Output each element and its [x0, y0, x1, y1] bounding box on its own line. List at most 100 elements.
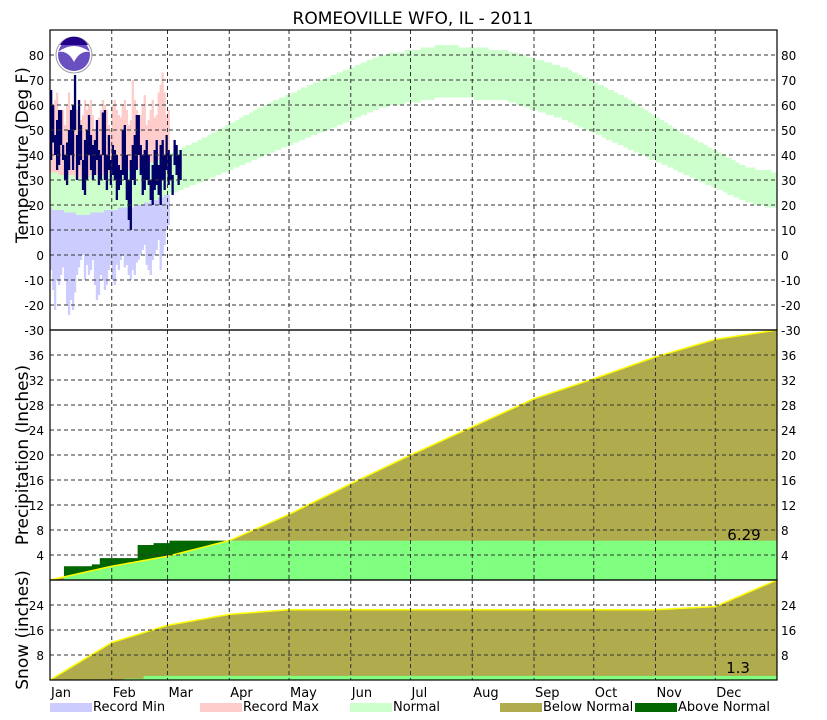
precip-observed-bar [173, 554, 176, 580]
precip-observed-bar [681, 540, 684, 580]
precip-observed-bar [589, 540, 593, 580]
precip-observed-bar [243, 540, 246, 580]
normal-temp-bar [494, 50, 497, 100]
record-min-bar [65, 212, 69, 305]
snow-observed-bar [530, 675, 533, 680]
legend-swatch [350, 703, 392, 712]
precip-observed-bar [344, 540, 348, 580]
precip-above-normal-bar [71, 566, 75, 576]
record-min-bar [115, 210, 119, 265]
snow-observed-bar [404, 675, 407, 680]
precip-observed-bar [631, 540, 634, 580]
normal-temp-bar [599, 85, 603, 135]
snow-observed-bar [281, 675, 284, 680]
observed-temp-bar [87, 115, 91, 155]
normal-temp-bar [460, 47, 463, 98]
precip-observed-bar [597, 540, 601, 580]
snow-observed-bar [448, 675, 451, 680]
month-label-nov: Nov [657, 686, 683, 701]
precip-above-normal-bar [103, 558, 107, 569]
precip-observed-bar [494, 540, 497, 580]
snow-observed-bar [541, 675, 545, 680]
normal-temp-bar [294, 92, 298, 143]
precip-observed-bar [715, 540, 718, 580]
record-min-bar [77, 215, 81, 268]
snow-observed-bar [537, 675, 541, 680]
snow-observed-bar [143, 675, 146, 680]
precip-observed-bar [287, 540, 290, 580]
normal-temp-bar [725, 157, 728, 193]
snow-observed-bar [693, 675, 696, 680]
precip-observed-bar [316, 540, 320, 580]
normal-temp-bar [328, 77, 332, 130]
precip-observed-bar [553, 540, 557, 580]
record-min-bar [51, 210, 55, 290]
precip-observed-bar [237, 540, 240, 580]
normal-temp-bar [253, 110, 256, 160]
temp-tick-label-right: 30 [781, 174, 796, 188]
precip-observed-bar [368, 540, 371, 580]
precip-observed-bar [217, 543, 220, 580]
snow-observed-bar [175, 675, 178, 680]
snow-observed-bar [374, 675, 377, 680]
snow-observed-bar [587, 675, 591, 680]
snow-observed-bar [241, 675, 244, 680]
precip-observed-bar [334, 540, 338, 580]
normal-temp-bar [396, 52, 399, 105]
observed-temp-bar [63, 155, 67, 180]
normal-temp-bar [185, 145, 188, 188]
record-max-bar [61, 110, 65, 175]
normal-temp-bar [605, 87, 608, 140]
snow-observed-bar [237, 675, 240, 680]
snow-observed-bar [575, 675, 579, 680]
snow-observed-bar [436, 675, 439, 680]
precip-above-normal-bar [193, 540, 196, 550]
normal-temp-bar [358, 65, 362, 118]
normal-temp-bar [709, 147, 712, 185]
normal-temp-bar [101, 175, 105, 213]
snow-observed-bar [468, 675, 471, 680]
snow-observed-bar [577, 675, 581, 680]
precip-observed-bar [159, 557, 162, 580]
observed-temp-bar [115, 155, 119, 200]
observed-temp-bar [75, 135, 79, 180]
precip-observed-bar [137, 561, 140, 580]
normal-temp-bar [77, 177, 81, 215]
snow-observed-bar [508, 675, 511, 680]
normal-temp-bar [561, 67, 565, 120]
precip-observed-bar [689, 540, 692, 580]
precip-observed-bar [691, 540, 694, 580]
observed-temp-bar [145, 140, 148, 180]
normal-temp-bar [500, 50, 503, 100]
precip-observed-bar [352, 540, 356, 580]
snow-observed-bar [607, 675, 610, 680]
snow-observed-bar [679, 675, 682, 680]
snow-observed-bar [579, 675, 583, 680]
precip-tick-label-left: 8 [36, 524, 44, 538]
record-min-bar [105, 210, 109, 285]
precip-observed-bar [330, 540, 334, 580]
precip-observed-bar [302, 540, 306, 580]
snow-observed-bar [177, 675, 180, 680]
snow-observed-bar [314, 675, 318, 680]
normal-temp-bar [609, 90, 612, 140]
observed-temp-bar [69, 110, 73, 155]
precip-observed-bar [360, 540, 364, 580]
normal-temp-bar [454, 45, 457, 98]
normal-temp-bar [647, 112, 650, 158]
record-min-bar [93, 212, 97, 285]
precip-tick-label-right: 4 [781, 549, 789, 563]
record-min-bar [121, 207, 124, 255]
normal-temp-bar [436, 45, 439, 98]
normal-temp-bar [75, 177, 79, 215]
precip-observed-bar [667, 540, 670, 580]
precip-observed-bar [641, 540, 644, 580]
precip-tick-label-right: 24 [781, 424, 796, 438]
precip-observed-bar [157, 558, 160, 580]
snow-observed-bar [294, 675, 298, 680]
normal-temp-bar [189, 145, 192, 185]
snow-observed-bar [585, 675, 589, 680]
precip-observed-bar [621, 540, 624, 580]
precip-observed-bar [87, 571, 91, 580]
precip-observed-bar [460, 540, 463, 580]
